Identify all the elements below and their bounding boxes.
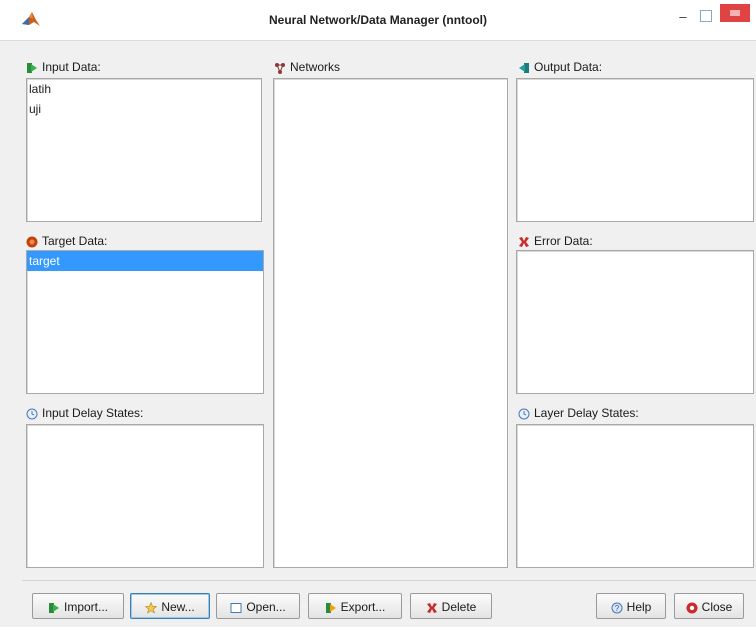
close-button-label: Close: [701, 600, 733, 614]
close-window-button[interactable]: [720, 4, 750, 22]
networks-label-text: Networks: [290, 60, 341, 74]
new-button[interactable]: New...: [130, 593, 210, 619]
target-data-label-text: Target Data:: [42, 234, 108, 248]
network-icon: [275, 62, 285, 74]
output-data-list[interactable]: [516, 78, 754, 222]
minimize-button[interactable]: –: [676, 10, 690, 24]
layer-delay-states-label-text: Layer Delay States:: [534, 406, 639, 420]
clock-icon: [518, 408, 530, 420]
list-item[interactable]: uji: [27, 99, 261, 119]
export-icon: [325, 602, 336, 613]
list-item[interactable]: latih: [27, 79, 261, 99]
import-button-label: Import...: [63, 600, 108, 614]
input-data-label: Input Data:: [26, 58, 101, 76]
list-item-selected[interactable]: target: [27, 251, 263, 271]
delete-button[interactable]: Delete: [410, 593, 492, 619]
input-delay-states-list[interactable]: [26, 424, 264, 568]
error-icon: [519, 236, 529, 247]
delete-icon: [426, 602, 437, 613]
help-button[interactable]: ? Help: [596, 593, 666, 619]
open-icon: [230, 602, 242, 613]
networks-label: Networks: [274, 58, 340, 76]
help-icon: ?: [611, 602, 623, 614]
new-icon: [145, 601, 158, 614]
target-data-list[interactable]: target: [26, 250, 264, 394]
open-button-label: Open...: [246, 600, 286, 614]
close-icon: [686, 602, 698, 614]
error-data-label-text: Error Data:: [534, 234, 593, 248]
export-button-label: Export...: [340, 600, 386, 614]
delete-button-label: Delete: [441, 600, 477, 614]
output-data-label-text: Output Data:: [534, 60, 603, 74]
help-button-label: Help: [626, 600, 652, 614]
layer-delay-states-label: Layer Delay States:: [518, 404, 639, 422]
open-button[interactable]: Open...: [216, 593, 300, 619]
input-data-label-text: Input Data:: [42, 60, 101, 74]
target-data-label: Target Data:: [26, 232, 107, 250]
maximize-button[interactable]: [700, 10, 712, 22]
new-button-label: New...: [161, 600, 195, 614]
input-delay-states-label: Input Delay States:: [26, 404, 143, 422]
title-bar: Neural Network/Data Manager (nntool) –: [0, 0, 756, 41]
error-data-label: Error Data:: [518, 232, 593, 250]
clock-icon: [26, 408, 38, 420]
svg-text:?: ?: [614, 604, 619, 613]
divider: [22, 580, 756, 581]
layer-delay-states-list[interactable]: [516, 424, 754, 568]
green-arrow-in-icon: [27, 62, 37, 73]
window-title: Neural Network/Data Manager (nntool): [268, 13, 488, 27]
networks-list[interactable]: [273, 78, 508, 568]
export-button[interactable]: Export...: [308, 593, 402, 619]
target-icon: [26, 236, 38, 248]
teal-arrow-out-icon: [519, 62, 529, 73]
error-data-list[interactable]: [516, 250, 754, 394]
close-button[interactable]: Close: [674, 593, 744, 619]
input-data-list[interactable]: latih uji: [26, 78, 262, 222]
output-data-label: Output Data:: [518, 58, 602, 76]
import-icon: [48, 602, 59, 613]
input-delay-states-label-text: Input Delay States:: [42, 406, 144, 420]
import-button[interactable]: Import...: [32, 593, 124, 619]
